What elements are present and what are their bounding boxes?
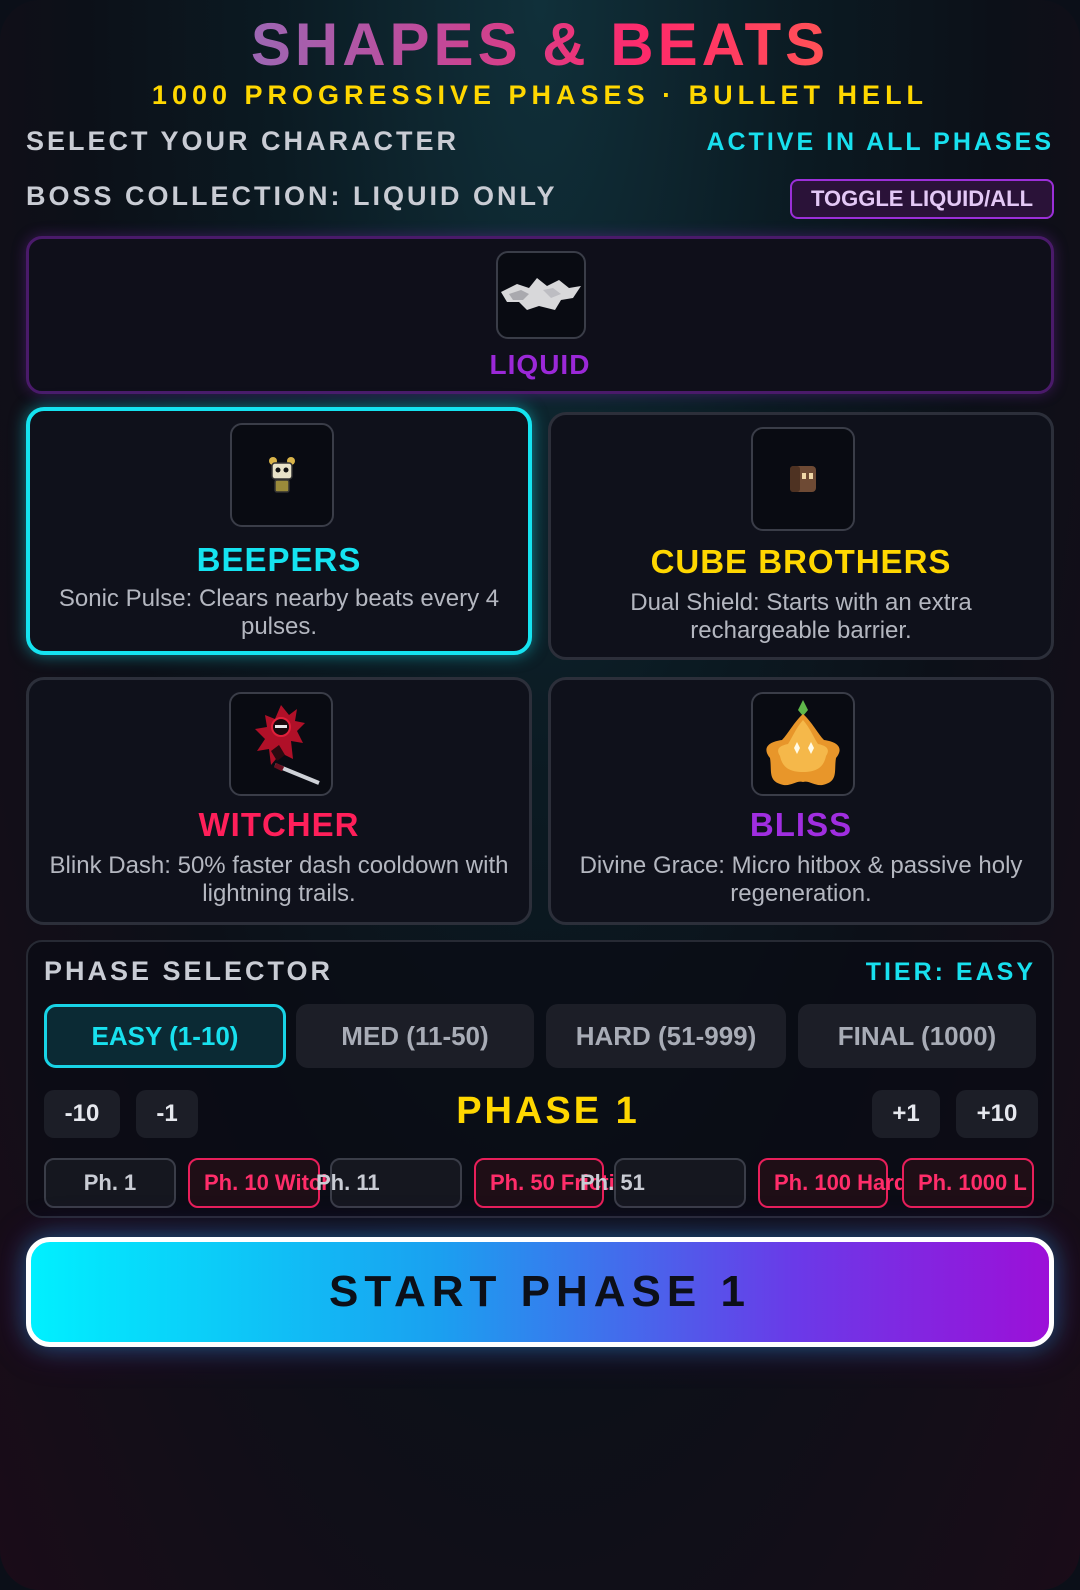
boss-collection-label: BOSS COLLECTION: LIQUID ONLY xyxy=(26,181,558,211)
character-card-beepers[interactable]: BEEPERS Sonic Pulse: Clears nearby beats… xyxy=(26,407,532,655)
cube-brothers-icon xyxy=(751,427,855,531)
phase-chip-boss[interactable]: Ph. 10 Witcher xyxy=(188,1158,355,1208)
toggle-liquid-all-button[interactable]: TOGGLE LIQUID/ALL xyxy=(790,179,1054,219)
minus-10-button[interactable]: -10 xyxy=(44,1090,120,1138)
character-card-bliss[interactable]: BLISS Divine Grace: Micro hitbox & passi… xyxy=(548,677,1054,925)
game-title: SHAPES & BEATS xyxy=(0,10,1080,79)
liquid-boss-icon xyxy=(496,251,586,339)
plus-1-button[interactable]: +1 xyxy=(872,1090,940,1138)
character-desc: Blink Dash: 50% faster dash cooldown wit… xyxy=(49,852,509,907)
phase-chip[interactable]: Ph. 11 xyxy=(316,1158,462,1208)
bliss-icon xyxy=(751,692,855,796)
current-phase: PHASE 1 xyxy=(456,1090,640,1132)
select-character-label: SELECT YOUR CHARACTER xyxy=(26,126,460,156)
phase-chip-boss[interactable]: Ph. 100 Hard Friction xyxy=(758,1158,994,1208)
character-name: WITCHER xyxy=(198,806,360,843)
plus-10-button[interactable]: +10 xyxy=(956,1090,1038,1138)
character-desc: Divine Grace: Micro hitbox & passive hol… xyxy=(579,852,1023,907)
character-name: BLISS xyxy=(749,806,853,843)
boss-card-liquid[interactable]: LIQUID xyxy=(26,236,1054,394)
phase-chip[interactable]: Ph. 51 xyxy=(580,1158,746,1208)
game-subtitle: 1000 PROGRESSIVE PHASES · BULLET HELL xyxy=(151,80,929,110)
tier-med-button[interactable]: MED (11-50) xyxy=(296,1004,534,1068)
phase-selector-label: PHASE SELECTOR xyxy=(44,956,334,986)
minus-1-button[interactable]: -1 xyxy=(136,1090,198,1138)
phase-selector-panel: PHASE SELECTOR TIER: EASY EASY (1-10) ME… xyxy=(26,940,1054,1218)
active-phases-label: ACTIVE IN ALL PHASES xyxy=(706,128,1054,156)
boss-name: LIQUID xyxy=(489,349,591,380)
character-desc: Sonic Pulse: Clears nearby beats every 4… xyxy=(58,585,500,640)
character-name: BEEPERS xyxy=(196,541,362,578)
phase-chip[interactable]: Ph. 1 xyxy=(44,1158,176,1208)
tier-final-button[interactable]: FINAL (1000) xyxy=(798,1004,1036,1068)
character-name: CUBE BROTHERS xyxy=(650,543,952,580)
tier-hard-button[interactable]: HARD (51-999) xyxy=(546,1004,786,1068)
game-screen: SHAPES & BEATS 1000 PROGRESSIVE PHASES ·… xyxy=(0,0,1080,1590)
character-card-cube-brothers[interactable]: CUBE BROTHERS Dual Shield: Starts with a… xyxy=(548,412,1054,660)
character-desc: Dual Shield: Starts with an extra rechar… xyxy=(630,589,972,644)
witcher-icon xyxy=(229,692,333,796)
beepers-icon xyxy=(230,423,334,527)
tier-easy-button[interactable]: EASY (1-10) xyxy=(44,1004,286,1068)
tier-status: TIER: EASY xyxy=(865,958,1036,986)
start-phase-button[interactable]: START PHASE 1 xyxy=(26,1237,1054,1347)
phase-chip-boss[interactable]: Ph. 1000 L xyxy=(902,1158,1034,1208)
character-card-witcher[interactable]: WITCHER Blink Dash: 50% faster dash cool… xyxy=(26,677,532,925)
